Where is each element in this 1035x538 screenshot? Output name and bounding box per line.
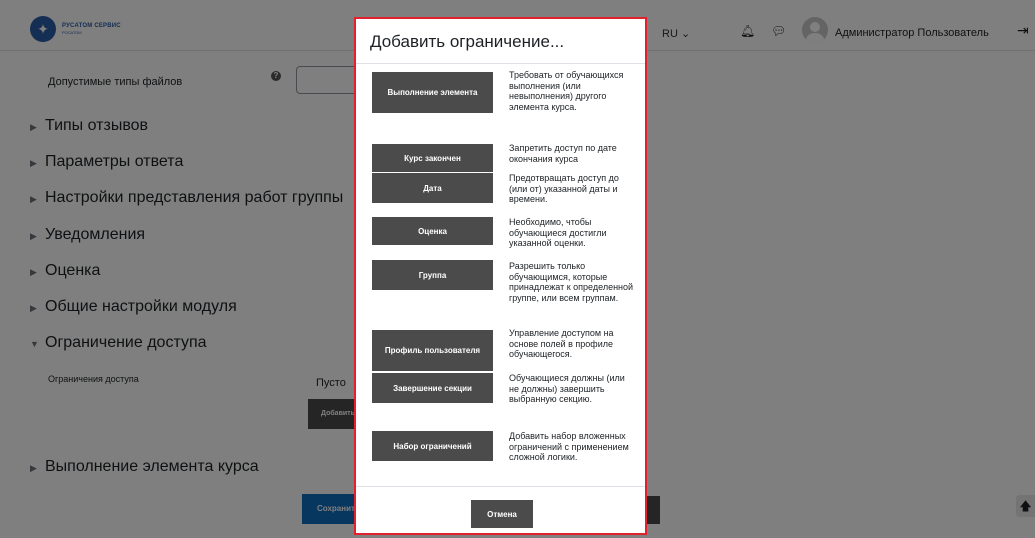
dialog-title: Добавить ограничение... bbox=[370, 32, 565, 51]
option-group-description: Разрешить только обучающимся, которые пр… bbox=[509, 261, 634, 303]
option-date-button[interactable]: Дата bbox=[372, 173, 493, 203]
option-activity-completion-button[interactable]: Выполнение элемента bbox=[372, 72, 493, 113]
option-section-completion-description: Обучающиеся должны (или не должны) завер… bbox=[509, 373, 625, 404]
option-section-completion-button[interactable]: Завершение секции bbox=[372, 373, 493, 403]
option-course-ended-description: Запретить доступ по дате окончания курса bbox=[509, 143, 617, 164]
option-activity-completion-description: Требовать от обучающихся выполнения (или… bbox=[509, 70, 624, 112]
option-date-description: Предотвращать доступ до (или от) указанн… bbox=[509, 173, 619, 204]
dialog-cancel-button[interactable]: Отмена bbox=[471, 500, 533, 528]
option-restriction-set-button[interactable]: Набор ограничений bbox=[372, 431, 493, 461]
option-grade-description: Необходимо, чтобы обучающиеся достигли у… bbox=[509, 217, 607, 248]
option-user-profile-description: Управление доступом на основе полей в пр… bbox=[509, 328, 614, 359]
option-restriction-set-description: Добавить набор вложенных ограничений с п… bbox=[509, 431, 629, 462]
option-user-profile-button[interactable]: Профиль пользователя bbox=[372, 330, 493, 371]
option-group-button[interactable]: Группа bbox=[372, 260, 493, 290]
add-restriction-dialog: Добавить ограничение... Выполнение элеме… bbox=[354, 17, 647, 535]
dialog-footer-divider bbox=[356, 486, 645, 487]
dialog-header-divider bbox=[356, 63, 645, 64]
option-grade-button[interactable]: Оценка bbox=[372, 217, 493, 245]
option-course-ended-button[interactable]: Курс закончен bbox=[372, 144, 493, 172]
